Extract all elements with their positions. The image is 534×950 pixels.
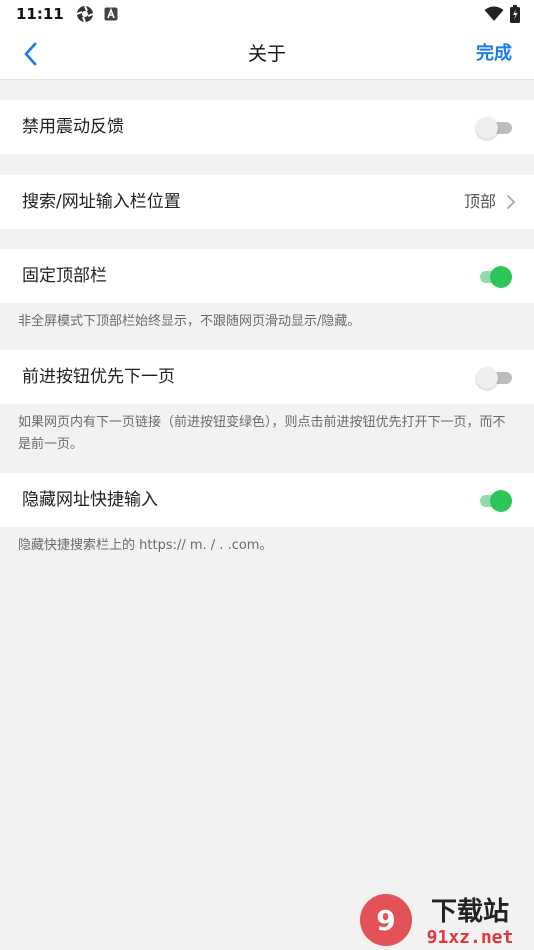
watermark-brand: 下载站	[431, 897, 509, 927]
setting-label: 固定顶部栏	[22, 266, 107, 286]
watermark-domain: 91xz.net	[427, 927, 514, 948]
toggle-thumb	[490, 266, 512, 288]
navigation-bar: 关于 完成	[0, 28, 534, 80]
setting-label: 搜索/网址输入栏位置	[22, 192, 181, 212]
forward-next-page-description: 如果网页内有下一页链接（前进按钮变绿色），则点击前进按钮优先打开下一页，而不是前…	[18, 415, 506, 452]
aperture-icon	[76, 5, 94, 23]
svg-text:9: 9	[376, 904, 395, 937]
setting-row-hide-url-shortcuts[interactable]: 隐藏网址快捷输入	[0, 473, 534, 527]
fixed-top-bar-toggle[interactable]	[476, 266, 512, 288]
wifi-icon	[484, 6, 504, 21]
setting-row-search-bar-position[interactable]: 搜索/网址输入栏位置 顶部	[0, 175, 534, 229]
setting-label: 禁用震动反馈	[22, 117, 124, 137]
battery-charging-icon	[510, 5, 520, 23]
fixed-top-bar-description: 非全屏模式下顶部栏始终显示，不跟随网页滑动显示/隐藏。	[18, 314, 361, 329]
setting-row-fixed-top-bar[interactable]: 固定顶部栏	[0, 249, 534, 303]
toggle-thumb	[476, 117, 498, 139]
toggle-thumb	[476, 367, 498, 389]
setting-value: 顶部	[463, 192, 496, 211]
hide-url-shortcuts-toggle[interactable]	[476, 490, 512, 512]
watermark-logo: 9 下载站 91xz.net	[360, 894, 514, 948]
status-time: 11:11	[16, 5, 64, 23]
page-title: 关于	[247, 43, 286, 65]
setting-label: 前进按钮优先下一页	[22, 367, 175, 387]
disable-vibration-toggle[interactable]	[476, 117, 512, 139]
setting-row-disable-vibration[interactable]: 禁用震动反馈	[0, 100, 534, 154]
status-bar: 11:11	[0, 0, 534, 28]
setting-label: 隐藏网址快捷输入	[22, 490, 158, 510]
done-button[interactable]: 完成	[476, 28, 512, 80]
back-button[interactable]	[14, 38, 46, 70]
setting-row-forward-next-page[interactable]: 前进按钮优先下一页	[0, 350, 534, 404]
hide-url-shortcuts-description: 隐藏快捷搜索栏上的 https:// m. / . .com。	[18, 538, 273, 553]
forward-next-page-toggle[interactable]	[476, 367, 512, 389]
status-icons-left	[76, 5, 118, 23]
chevron-right-icon	[507, 195, 515, 209]
chevron-left-icon	[24, 42, 37, 66]
status-icons-right	[484, 5, 520, 23]
toggle-thumb	[490, 490, 512, 512]
keyboard-a-icon	[104, 7, 118, 21]
